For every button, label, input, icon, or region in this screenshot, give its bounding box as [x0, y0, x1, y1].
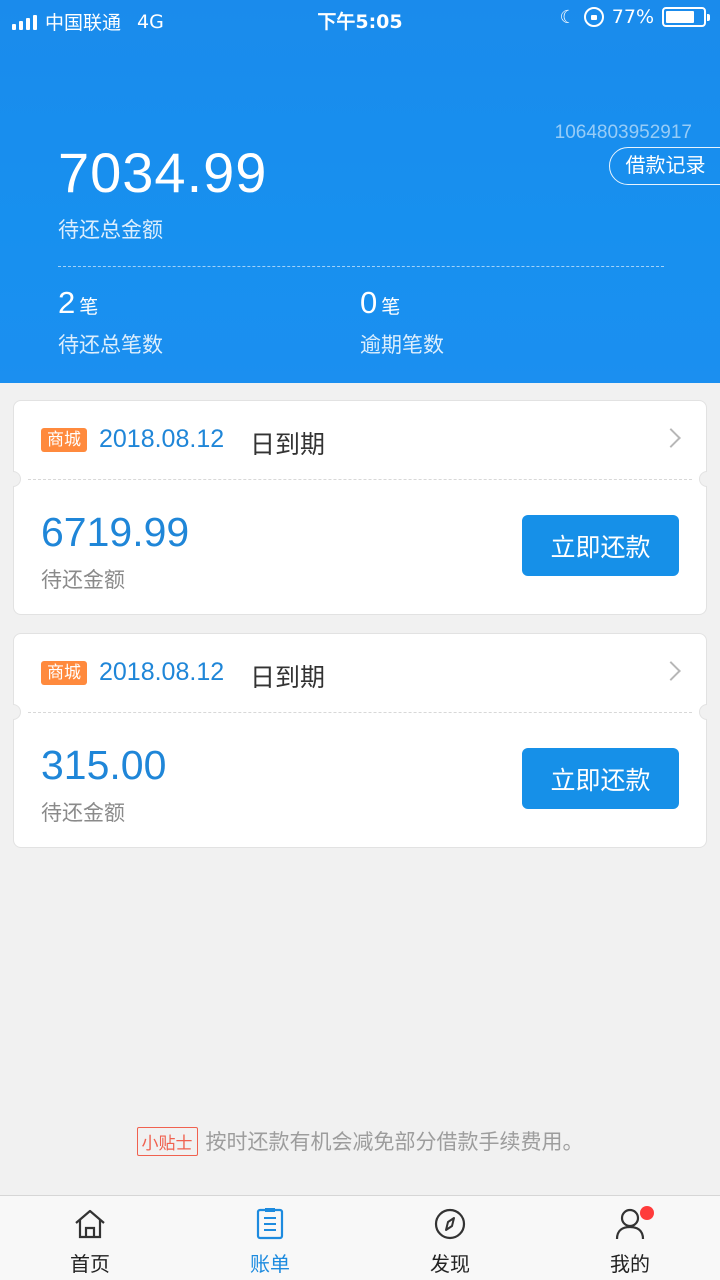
tip-text: 按时还款有机会减免部分借款手续费用。: [205, 1130, 584, 1154]
pending-count-unit: 笔: [79, 296, 99, 318]
summary-header: 中国联通 4G 下午5:05 ☾ 77% 1064803952917 借款记录 …: [0, 0, 720, 383]
home-icon: [75, 1209, 105, 1239]
card-notch: [13, 471, 21, 487]
tab-discover[interactable]: 发现: [390, 1196, 510, 1280]
tip-banner: 小贴士 按时还款有机会减免部分借款手续费用。: [0, 1126, 720, 1156]
overdue-count-stat: 0笔 逾期笔数: [360, 285, 444, 359]
bill-icon: [256, 1208, 284, 1240]
due-amount-label: 待还金额: [41, 801, 125, 825]
due-date: 2018.08.12: [99, 658, 225, 686]
overdue-count-unit: 笔: [381, 296, 401, 318]
bill-card: 商城 2018.08.12 日到期 315.00 待还金额 立即还款: [13, 633, 707, 848]
overdue-count-value: 0: [360, 285, 378, 320]
status-bar: 中国联通 4G 下午5:05 ☾ 77%: [0, 0, 720, 38]
card-notch: [699, 704, 707, 720]
rotation-lock-icon: [583, 7, 604, 27]
card-notch: [699, 471, 707, 487]
notification-dot: [640, 1206, 654, 1220]
total-due-label: 待还总金额: [58, 218, 163, 242]
due-date: 2018.08.12: [99, 425, 225, 453]
tab-home[interactable]: 首页: [30, 1196, 150, 1280]
loan-history-button[interactable]: 借款记录: [609, 147, 720, 185]
bill-detail-row[interactable]: 商城 2018.08.12 日到期: [14, 401, 706, 479]
tab-bills[interactable]: 账单: [210, 1196, 330, 1280]
card-notch: [13, 704, 21, 720]
tab-mine[interactable]: 我的: [570, 1196, 690, 1280]
card-divider: [28, 479, 692, 480]
due-amount: 315.00: [41, 742, 167, 788]
pending-count-value: 2: [58, 285, 76, 320]
due-suffix: 日到期: [250, 663, 326, 692]
due-amount: 6719.99: [41, 509, 190, 555]
bill-card: 商城 2018.08.12 日到期 6719.99 待还金额 立即还款: [13, 400, 707, 615]
mall-tag: 商城: [41, 661, 87, 685]
pay-now-button[interactable]: 立即还款: [522, 515, 679, 576]
pay-now-button[interactable]: 立即还款: [522, 748, 679, 809]
divider: [58, 266, 664, 267]
do-not-disturb-icon: ☾: [559, 6, 576, 28]
tip-badge: 小贴士: [136, 1126, 198, 1156]
card-divider: [28, 712, 692, 713]
pending-count-label: 待还总笔数: [58, 333, 163, 357]
pending-count-stat: 2笔 待还总笔数: [58, 285, 163, 359]
compass-icon: [434, 1208, 466, 1240]
mall-tag: 商城: [41, 428, 87, 452]
tab-discover-label: 发现: [430, 1252, 470, 1276]
battery-icon: [662, 7, 710, 27]
due-suffix: 日到期: [250, 430, 326, 459]
tab-mine-label: 我的: [610, 1252, 650, 1276]
bottom-tab-bar: 首页 账单 发现 我的: [0, 1195, 720, 1280]
tab-home-label: 首页: [70, 1252, 110, 1276]
overdue-count-label: 逾期笔数: [360, 333, 444, 357]
account-id: 1064803952917: [554, 122, 692, 143]
total-due-amount: 7034.99: [58, 141, 268, 204]
chevron-right-icon: [661, 428, 681, 448]
chevron-right-icon: [661, 661, 681, 681]
battery-percent: 77%: [611, 6, 654, 28]
bill-detail-row[interactable]: 商城 2018.08.12 日到期: [14, 634, 706, 712]
tab-bills-label: 账单: [250, 1252, 290, 1276]
due-amount-label: 待还金额: [41, 568, 125, 592]
